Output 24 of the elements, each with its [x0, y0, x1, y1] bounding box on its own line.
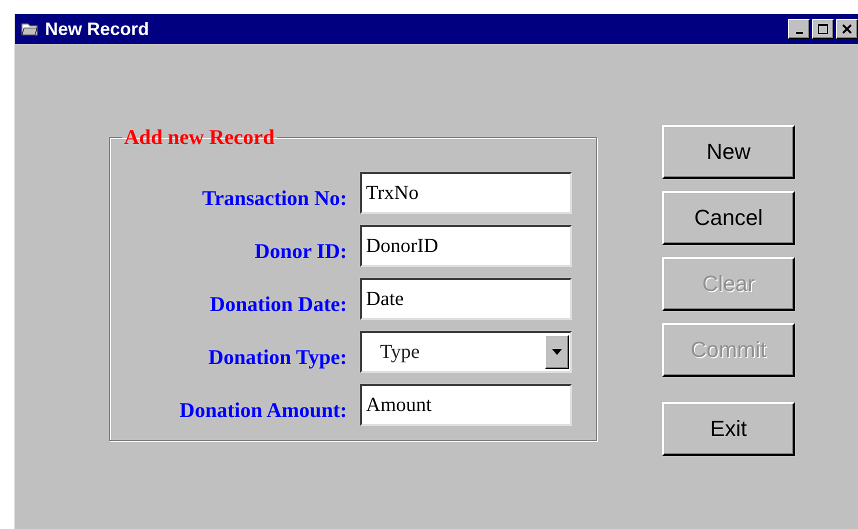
minimize-button[interactable]: [788, 19, 810, 39]
action-button[interactable]: Exit: [662, 402, 795, 456]
field-label: Donor ID:: [254, 238, 347, 264]
window-title: New Record: [45, 18, 150, 40]
field-label: Donation Date:: [208, 290, 347, 316]
folder-icon: [21, 21, 39, 37]
close-icon: [841, 23, 853, 35]
close-button[interactable]: [836, 19, 858, 39]
maximize-button[interactable]: [812, 19, 834, 39]
field-label: Donation Amount:: [178, 396, 347, 422]
group-title: Add new Record: [123, 127, 276, 148]
action-button[interactable]: New: [662, 125, 795, 179]
dropdown-button[interactable]: [545, 335, 569, 369]
maximize-icon: [817, 23, 829, 35]
type-dropdown[interactable]: Type: [360, 331, 572, 373]
field-label: Transaction No:: [201, 184, 347, 210]
input-field[interactable]: DonorID: [360, 225, 572, 267]
field-label: Donation Type:: [207, 344, 347, 370]
input-field[interactable]: Amount: [360, 384, 572, 426]
minimize-icon: [796, 32, 802, 34]
caret-icon: [552, 349, 562, 355]
action-button[interactable]: Cancel: [662, 191, 795, 245]
input-field[interactable]: Date: [360, 278, 572, 320]
input-field[interactable]: TrxNo: [360, 172, 572, 214]
